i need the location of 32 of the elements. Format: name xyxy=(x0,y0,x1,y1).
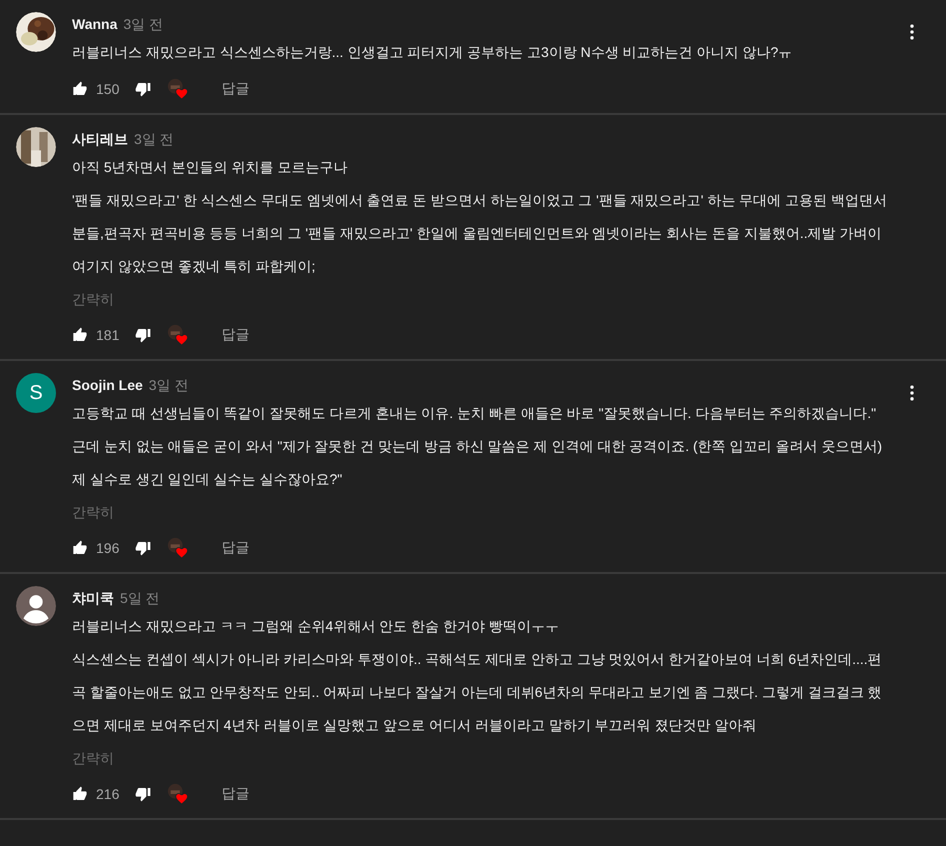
dislike-icon[interactable] xyxy=(135,327,152,343)
comment-text: 아직 5년차면서 본인들의 위치를 모르는구나 xyxy=(72,158,348,177)
reply-button[interactable]: 답글 xyxy=(221,80,250,98)
author-name[interactable]: Wanna xyxy=(72,16,118,32)
comment-text: 러블리너스 재밌으라고 식스센스하는거랑... 인생걸고 피터지게 공부하는 고3이랑 N수생 비교하는건 아니지 않나?ㅠ xyxy=(72,43,794,62)
like-count: 181 xyxy=(96,327,120,343)
like-icon[interactable] xyxy=(72,786,88,802)
like-icon[interactable] xyxy=(72,540,88,556)
comment-text: 식스센스는 컨셉이 섹시가 아니라 카리스마와 투쟁이야.. 곡해석도 제대로 안하고 그냥 멋있어서 한거같아보여 너희 6년차인데....편곡 할줄아는애도 없고 안무창작도 안되.. 어짜피 나보다 잘살거 아는데 데뷔6년차의 무대라고 보기엔 좀 그랬다. 그렇게 걸크걸크 했으면 제대로 보여주던지 4년차 러블이로 실망했고 앞으로 어디서 러블이라고 말하기 부끄러워 졌단것만 알아줘 xyxy=(72,650,883,735)
avatar[interactable] xyxy=(16,586,56,626)
reply-button[interactable]: 답글 xyxy=(221,539,250,557)
like-count: 216 xyxy=(96,786,120,802)
dislike-icon[interactable] xyxy=(135,540,152,556)
like-icon[interactable] xyxy=(72,327,88,343)
reply-button[interactable]: 답글 xyxy=(221,326,250,344)
avatar[interactable]: S xyxy=(16,373,56,413)
like-icon[interactable] xyxy=(72,81,88,97)
comment-text: 고등학교 때 선생님들이 똑같이 잘못해도 다르게 혼내는 이유. 눈치 빠른 애들은 바로 "잘못했습니다. 다음부터는 주의하겠습니다." 근데 눈치 없는 애들은 굳이 와서 "제가 잘못한 건 맞는데 방금 하신 말씀은 제 인격에 대한 공격이죠. (한쪽 입꼬리 올려서 웃으면서) 제 실수로 생긴 일인데 실수는 실수잖아요?" xyxy=(72,404,883,489)
comment-time[interactable]: 3일 전 xyxy=(148,377,188,395)
author-name[interactable]: 사티레브 xyxy=(72,131,128,149)
reply-button[interactable]: 답글 xyxy=(221,785,250,803)
dislike-icon[interactable] xyxy=(135,786,152,802)
like-count: 196 xyxy=(96,540,120,556)
comment-text: '팬들 재밌으라고' 한 식스센스 무대도 엠넷에서 출연료 돈 받으면서 하는일이었고 그 '팬들 재밌으라고' 하는 무대에 고용된 백업댄서 분들,편곡자 편곡비용 등등 너희의 그 '팬들 재밌으라고' 한일에 울림엔터테인먼트와 엠넷이라는 회사는 돈을 지불했어..제발 가벼이 여기지 않았으면 좋겠네 특히 파합케이; xyxy=(72,191,888,276)
comment-time[interactable]: 3일 전 xyxy=(123,16,164,34)
comment-time[interactable]: 3일 전 xyxy=(134,131,174,149)
comment-time[interactable]: 5일 전 xyxy=(120,590,160,608)
author-name[interactable]: 챠미쿡 xyxy=(72,590,114,608)
comment-text: 러블리너스 재밌으라고 ㅋㅋ 그럼왜 순위4위해서 안도 한숨 한거야 빵떡이ㅜㅜ xyxy=(72,617,560,636)
author-name[interactable]: Soojin Lee xyxy=(72,377,143,393)
dislike-icon[interactable] xyxy=(135,81,152,97)
like-count: 150 xyxy=(96,81,120,97)
